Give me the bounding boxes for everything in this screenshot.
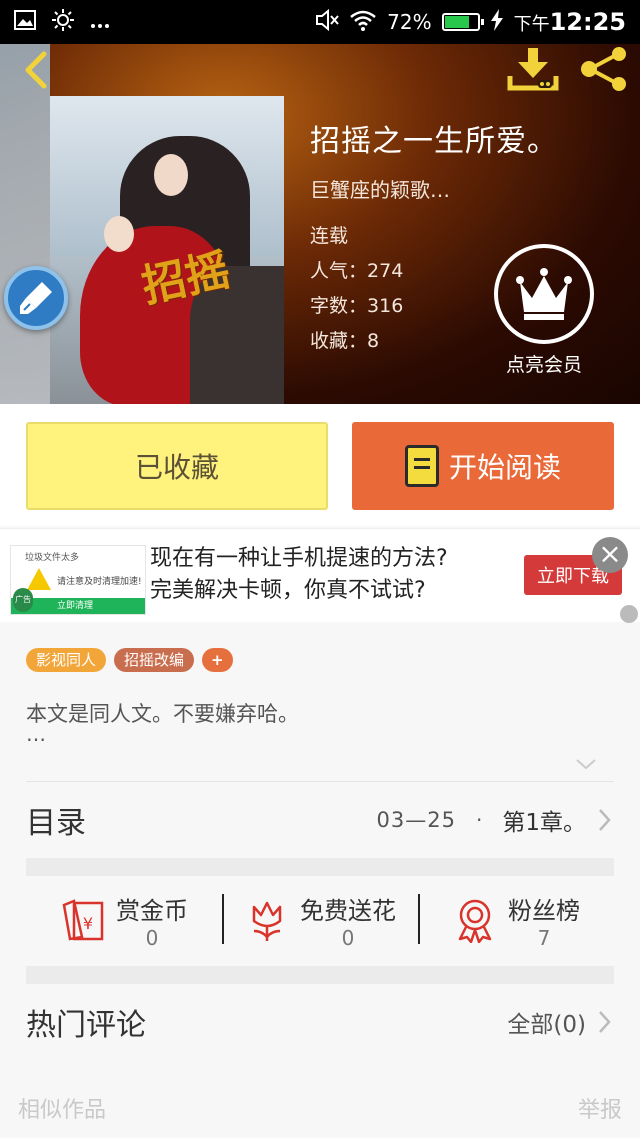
ad-mark-icon	[620, 605, 638, 623]
download-icon	[507, 48, 559, 91]
report-link[interactable]: 举报	[578, 1092, 622, 1124]
send-flower-label: 免费送花	[300, 896, 396, 925]
ad-close-icon[interactable]: ×	[592, 537, 628, 573]
send-flower-button[interactable]: 免费送花 0	[222, 876, 418, 964]
status-bar: 72% 下午12:25	[0, 0, 640, 44]
fan-ranking-count: 7	[537, 925, 551, 950]
share-icon	[581, 47, 626, 91]
ad-banner[interactable]: 垃圾文件太多 请注意及时清理加速! 立即清理 广告 现在有一种让手机提速的方法?…	[0, 528, 640, 623]
medal-icon	[458, 899, 492, 943]
chevron-right-icon	[599, 1011, 611, 1033]
similar-works-heading: 相似作品	[18, 1098, 107, 1123]
flower-icon	[252, 901, 282, 941]
back-arrow-icon	[25, 51, 47, 89]
section-separator	[26, 858, 614, 876]
red-envelope-icon: ¥	[62, 899, 104, 941]
hot-comments-label: 热门评论	[26, 1008, 146, 1043]
image-icon	[14, 9, 36, 35]
reward-bar: ¥ 赏金币 0 免费送花 0 粉丝榜 7	[26, 876, 614, 964]
intro-ellipsis: …	[26, 722, 46, 746]
chevron-right-icon	[599, 809, 611, 831]
brush-icon	[20, 282, 52, 314]
toc-label: 目录	[26, 806, 86, 841]
battery-icon	[441, 13, 484, 31]
tag-list: 影视同人 招摇改编 +	[26, 648, 233, 672]
add-tag-button[interactable]: +	[202, 648, 233, 672]
clock-ampm: 下午	[513, 14, 550, 35]
send-flower-count: 0	[341, 925, 355, 950]
tag-item[interactable]: 影视同人	[26, 648, 107, 672]
favorited-label: 已收藏	[134, 451, 219, 484]
book-icon	[404, 445, 439, 487]
table-of-contents-row[interactable]: 目录 03—25 · 第1章。	[26, 782, 614, 858]
start-reading-button[interactable]: 开始阅读	[352, 422, 614, 510]
expand-chevron-icon[interactable]	[574, 752, 598, 776]
hot-comments-row[interactable]: 热门评论 全部(0)	[26, 984, 614, 1060]
crown-icon	[516, 268, 572, 320]
ad-tag: 广告	[13, 588, 33, 612]
book-cover[interactable]: 招摇	[50, 96, 284, 404]
share-button[interactable]	[578, 46, 630, 92]
back-button[interactable]	[16, 48, 56, 92]
reward-coins-label: 赏金币	[116, 896, 188, 925]
toc-date: 03—25	[376, 808, 456, 832]
footer: 相似作品 举报	[18, 1090, 622, 1126]
more-dots-icon	[90, 10, 110, 34]
favorited-button[interactable]: 已收藏	[26, 422, 328, 510]
book-author[interactable]: 巨蟹座的颖歌…	[310, 174, 558, 203]
warning-icon	[27, 568, 51, 590]
book-header: 招摇 招摇之一生所爱。 巨蟹座的颖歌… 连载 人气：274 字数：316 收藏：…	[0, 44, 640, 404]
start-reading-label: 开始阅读	[448, 451, 561, 484]
book-title: 招摇之一生所爱。	[310, 124, 558, 159]
section-separator	[26, 966, 614, 984]
brightness-icon	[52, 8, 74, 36]
charging-icon	[490, 8, 504, 36]
download-button[interactable]	[506, 46, 560, 92]
battery-percent: 72%	[387, 10, 432, 34]
ad-text: 现在有一种让手机提速的方法? 完美解决卡顿，你真不试试?	[150, 546, 448, 603]
reward-coins-button[interactable]: ¥ 赏金币 0	[26, 876, 222, 964]
book-intro: 本文是同人文。不要嫌弃哈。	[26, 702, 299, 726]
all-comments-link[interactable]: 全部(0)	[507, 1005, 586, 1039]
ad-thumbnail: 垃圾文件太多 请注意及时清理加速! 立即清理 广告	[10, 545, 146, 615]
latest-chapter: 第1章。	[502, 810, 586, 836]
floating-brush-button[interactable]	[4, 266, 68, 330]
clock-time: 12:25	[549, 8, 626, 36]
fan-ranking-button[interactable]: 粉丝榜 7	[418, 876, 614, 964]
vip-label: 点亮会员	[505, 354, 582, 376]
action-bar: 已收藏 开始阅读	[0, 404, 640, 526]
fan-ranking-label: 粉丝榜	[508, 896, 580, 925]
vip-button[interactable]: 点亮会员	[492, 244, 596, 377]
reward-coins-count: 0	[145, 925, 159, 950]
tag-item[interactable]: 招摇改编	[114, 648, 195, 672]
wifi-icon	[349, 9, 377, 36]
svg-text:¥: ¥	[83, 914, 93, 933]
mute-icon	[315, 8, 339, 36]
